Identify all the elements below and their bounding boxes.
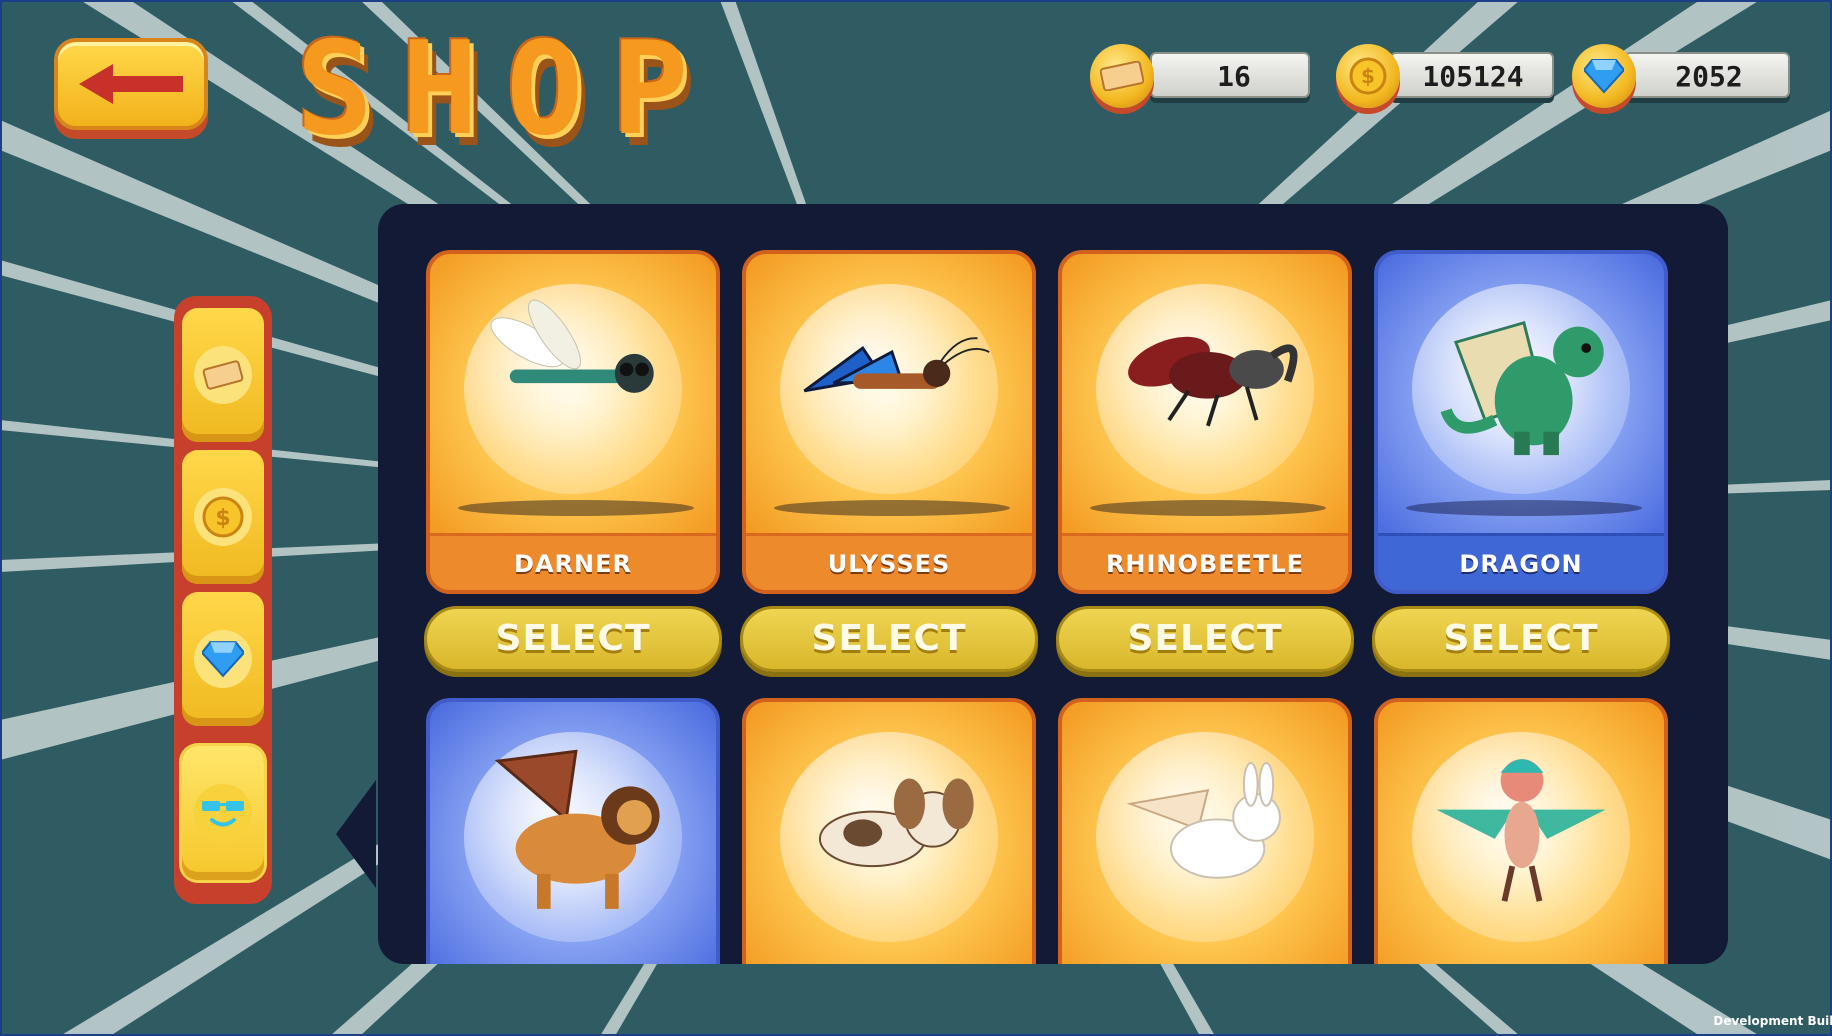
- coin-icon: $: [194, 488, 252, 546]
- coin-count: 105124: [1422, 60, 1524, 93]
- category-tabs: $: [174, 296, 272, 904]
- shop-panel: DARNER ULYSSES RHINOBEETLE DRAGON SELECT…: [378, 204, 1728, 964]
- panel-pointer: [336, 780, 376, 888]
- harpy-icon: [1436, 759, 1606, 902]
- svg-text:$: $: [1361, 64, 1375, 88]
- ticket-icon: [1090, 44, 1154, 108]
- tab-coins[interactable]: $: [182, 450, 264, 584]
- diamond-icon: [194, 630, 252, 688]
- character-card-winged-lion[interactable]: [426, 698, 720, 964]
- gem-counter: 2052: [1624, 52, 1790, 98]
- character-card-winged-rabbit[interactable]: [1058, 698, 1352, 964]
- cool-face-icon: [194, 784, 252, 842]
- svg-text:$: $: [215, 506, 230, 531]
- coin-icon: $: [1336, 44, 1400, 108]
- back-arrow-icon: [79, 64, 183, 104]
- winged-dog-icon: [818, 778, 974, 868]
- ticket-counter: 16: [1150, 52, 1310, 98]
- character-card-rhinobeetle[interactable]: RHINOBEETLE: [1058, 250, 1352, 594]
- select-button-darner[interactable]: SELECT: [424, 606, 722, 672]
- select-button-rhinobeetle[interactable]: SELECT: [1056, 606, 1354, 672]
- select-button-ulysses[interactable]: SELECT: [740, 606, 1038, 672]
- tab-characters[interactable]: [182, 746, 264, 880]
- character-name: RHINOBEETLE: [1062, 533, 1348, 590]
- ticket-count: 16: [1217, 60, 1251, 93]
- select-button-dragon[interactable]: SELECT: [1372, 606, 1670, 672]
- character-card-harpy[interactable]: [1374, 698, 1668, 964]
- character-card-winged-dog[interactable]: [742, 698, 1036, 964]
- coin-counter: 105124: [1390, 52, 1554, 98]
- character-name: DARNER: [430, 533, 716, 590]
- character-card-ulysses[interactable]: ULYSSES: [742, 250, 1036, 594]
- page-title: SHOP: [296, 15, 717, 164]
- winged-rabbit-icon: [1126, 762, 1281, 879]
- diamond-icon: [1572, 44, 1636, 108]
- tab-tickets[interactable]: [182, 308, 264, 442]
- ticket-icon: [194, 346, 252, 404]
- character-name: ULYSSES: [746, 533, 1032, 590]
- character-name: DRAGON: [1378, 533, 1664, 590]
- gem-count: 2052: [1675, 60, 1743, 93]
- tab-gems[interactable]: [182, 592, 264, 726]
- build-label: Development Build: [1713, 1014, 1832, 1028]
- back-button[interactable]: [54, 38, 208, 130]
- winged-lion-icon: [494, 749, 660, 909]
- character-card-darner[interactable]: DARNER: [426, 250, 720, 594]
- character-card-dragon[interactable]: DRAGON: [1374, 250, 1668, 594]
- character-grid: DARNER ULYSSES RHINOBEETLE DRAGON SELECT…: [424, 250, 1680, 964]
